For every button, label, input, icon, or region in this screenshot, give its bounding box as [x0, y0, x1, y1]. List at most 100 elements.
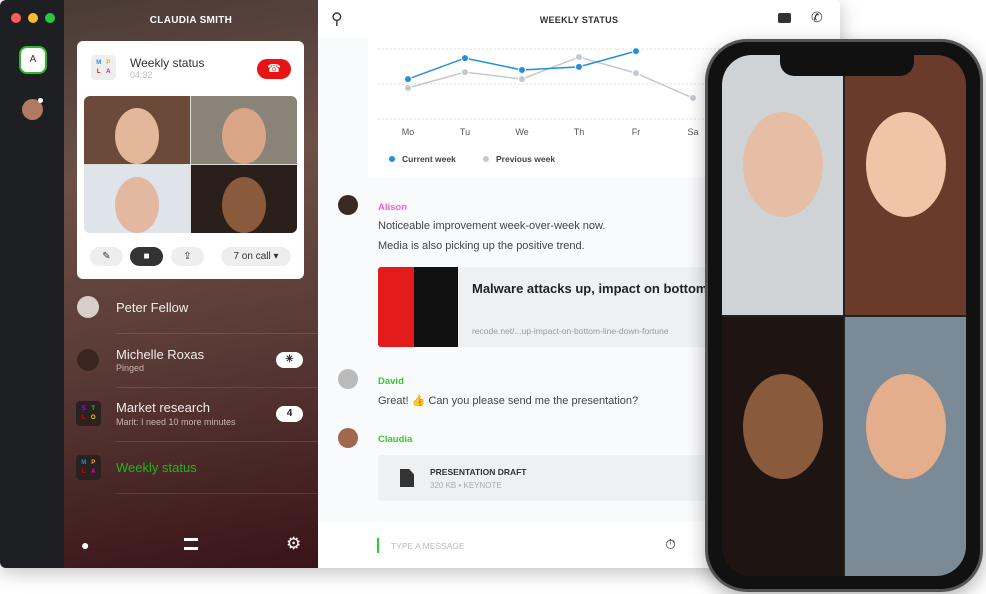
- video-grid: [84, 96, 297, 233]
- logo-letter: P: [91, 459, 96, 466]
- logo-letter: A: [91, 469, 96, 476]
- contacts-icon[interactable]: ●: [81, 537, 89, 553]
- avatar: [77, 349, 99, 371]
- inbox-icon[interactable]: [184, 538, 198, 550]
- screen-share-icon: ⇪: [183, 251, 192, 262]
- video-tile: [722, 55, 843, 315]
- text-cursor: [377, 538, 379, 553]
- minimize-window-button[interactable]: [28, 13, 38, 23]
- screen-share-button[interactable]: ⇪: [171, 247, 204, 266]
- participant-face: [222, 177, 266, 233]
- account-rail: A: [0, 0, 64, 568]
- workspace-avatar[interactable]: A: [19, 46, 47, 74]
- data-point: [461, 68, 469, 77]
- logo-letter: T: [91, 405, 96, 412]
- series-line: [407, 50, 637, 80]
- timer-icon[interactable]: ⏱: [665, 536, 676, 553]
- participant-face: [115, 177, 159, 233]
- logo-letter: O: [90, 415, 96, 422]
- x-tick-label: Mo: [402, 127, 415, 137]
- video-toggle-button[interactable]: ■: [130, 247, 163, 266]
- data-point: [575, 53, 583, 62]
- chat-title: WEEKLY STATUS: [539, 15, 619, 25]
- caret-down-icon: ▾: [273, 251, 279, 262]
- logo-letter: A: [106, 69, 111, 76]
- message-text: Great! 👍 Can you please send me the pres…: [378, 395, 639, 407]
- participant-face: [865, 373, 946, 479]
- participant-face: [865, 112, 946, 218]
- data-point: [518, 75, 526, 84]
- logo-letter: M: [81, 459, 87, 466]
- unread-badge: 4: [276, 406, 303, 422]
- x-tick-label: Tu: [460, 127, 470, 137]
- avatar: [338, 195, 358, 215]
- participants-dropdown[interactable]: 7 on call ▾: [221, 247, 291, 266]
- legend-label: Previous week: [496, 154, 555, 164]
- legend-label: Current week: [402, 154, 456, 164]
- data-point: [632, 47, 640, 56]
- list-item[interactable]: MPLA Weekly status: [64, 441, 318, 495]
- data-point: [575, 62, 583, 71]
- legend-marker: [483, 156, 489, 162]
- call-duration: 04:32: [130, 70, 153, 80]
- video-tile: [84, 96, 190, 165]
- x-tick-label: Fr: [632, 127, 641, 137]
- item-name: Weekly status: [116, 460, 197, 475]
- data-point: [461, 54, 469, 63]
- item-name: Peter Fellow: [116, 300, 189, 315]
- avatar: [338, 428, 358, 448]
- conversation-panel: CLAUDIA SMITH MPLA Weekly status 04:32 ☎…: [64, 0, 318, 568]
- group-logo: MPLA: [76, 455, 101, 480]
- logo-letter: P: [106, 59, 111, 66]
- participant-face: [742, 112, 823, 218]
- logo-letter: M: [96, 59, 102, 66]
- active-call-card: MPLA Weekly status 04:32 ☎ ✎ ■ ⇪ 7 on ca…: [77, 41, 304, 279]
- list-item[interactable]: Michelle Roxas Pinged ✳: [64, 334, 318, 388]
- message-text: Noticeable improvement week-over-week no…: [378, 220, 606, 232]
- x-tick-label: Th: [574, 127, 585, 137]
- video-camera-icon: ■: [143, 251, 150, 262]
- x-tick-label: Sa: [687, 127, 698, 137]
- phone-notch: [780, 54, 914, 76]
- hang-up-button[interactable]: ☎: [257, 59, 291, 79]
- data-point: [689, 94, 697, 102]
- document-icon: [400, 469, 414, 487]
- item-preview: Marit: I need 10 more minutes: [116, 417, 236, 427]
- data-point: [404, 75, 412, 84]
- data-point: [404, 83, 412, 92]
- chat-header: ⚲ WEEKLY STATUS ✆: [318, 0, 840, 38]
- x-tick-label: We: [515, 127, 528, 137]
- close-window-button[interactable]: [11, 13, 21, 23]
- logo-letter: L: [81, 415, 86, 422]
- participant-face: [115, 108, 159, 165]
- group-logo: STLO: [76, 401, 101, 426]
- mute-button[interactable]: ✎: [90, 247, 123, 266]
- link-url: recode.net/...up-impact-on-bottom-line-d…: [472, 326, 669, 336]
- video-tile: [84, 165, 190, 233]
- video-tile: [191, 96, 297, 165]
- call-logo: MPLA: [91, 55, 116, 80]
- message-author: David: [378, 376, 404, 387]
- list-item[interactable]: Peter Fellow: [64, 280, 318, 334]
- logo-letter: L: [96, 69, 101, 76]
- participant-face: [222, 108, 266, 165]
- participant-face: [742, 373, 823, 479]
- item-name: Market research: [116, 400, 210, 415]
- list-item[interactable]: STLO Market research Marit: I need 10 mo…: [64, 388, 318, 442]
- message-author: Alison: [378, 202, 408, 213]
- message-author: Claudia: [378, 434, 413, 445]
- settings-gear-icon[interactable]: ⚙: [286, 534, 301, 554]
- avatar: [77, 296, 99, 318]
- phone-icon[interactable]: ✆: [811, 9, 823, 26]
- on-call-count: 7 on call: [233, 251, 271, 262]
- video-call-icon[interactable]: [778, 13, 791, 23]
- logo-letter: L: [81, 469, 86, 476]
- message-input[interactable]: TYPE A MESSAGE: [391, 541, 641, 551]
- data-point: [518, 66, 526, 74]
- file-name: PRESENTATION DRAFT: [430, 467, 527, 477]
- zoom-window-button[interactable]: [45, 13, 55, 23]
- item-name: Michelle Roxas: [116, 347, 205, 362]
- phone-video-grid: [722, 55, 966, 576]
- logo-letter: S: [81, 405, 86, 412]
- legend-marker: [389, 156, 395, 162]
